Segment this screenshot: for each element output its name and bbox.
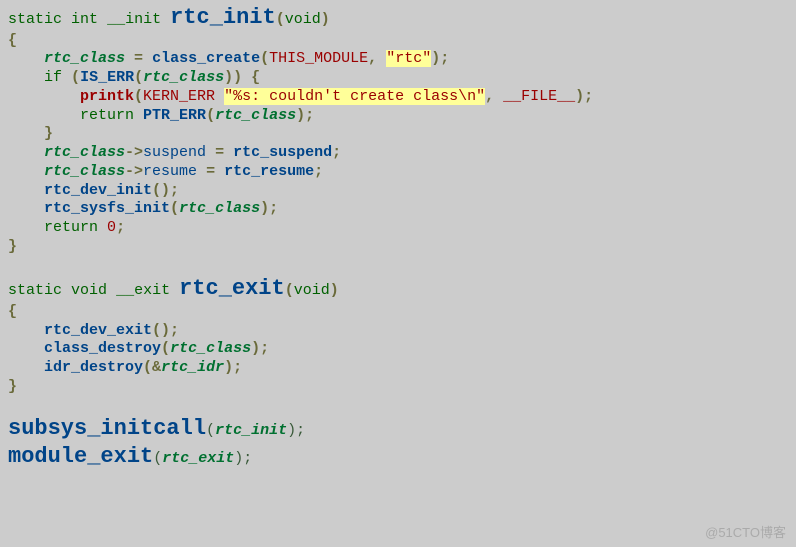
- punct: ): [321, 11, 330, 28]
- punct: ,: [368, 50, 377, 67]
- id-rtc-class: rtc_class: [44, 144, 125, 161]
- brace: {: [8, 32, 17, 49]
- punct: (: [285, 282, 294, 299]
- punct: );: [251, 340, 269, 357]
- brace: }: [44, 125, 53, 142]
- punct: (: [153, 450, 162, 467]
- punct: ,: [485, 88, 494, 105]
- fn-rtc-dev-exit: rtc_dev_exit: [44, 322, 152, 339]
- punct: (: [161, 340, 170, 357]
- punct: ();: [152, 182, 179, 199]
- str-rtc: "rtc": [386, 50, 431, 67]
- kw-return: return: [80, 107, 134, 124]
- punct: ();: [152, 322, 179, 339]
- watermark-label: @51CTO博客: [705, 525, 786, 541]
- punct: );: [260, 200, 278, 217]
- punct: (: [206, 422, 215, 439]
- fn-rtc-sysfs-init: rtc_sysfs_init: [44, 200, 170, 217]
- fn-ptr-err: PTR_ERR: [143, 107, 206, 124]
- punct: );: [296, 107, 314, 124]
- fn-printk: printk: [80, 88, 134, 105]
- punct: ->: [125, 144, 143, 161]
- punct: ->: [125, 163, 143, 180]
- id-rtc-exit: rtc_exit: [162, 450, 234, 467]
- punct: ;: [116, 219, 125, 236]
- punct: (: [134, 88, 143, 105]
- punct: ): [330, 282, 339, 299]
- punct: (: [276, 11, 285, 28]
- punct: );: [224, 359, 242, 376]
- macro-file: __FILE__: [503, 88, 575, 105]
- kw-return: return: [44, 219, 98, 236]
- kw-init: __init: [107, 11, 161, 28]
- fn-rtc-suspend: rtc_suspend: [233, 144, 332, 161]
- punct: );: [234, 450, 252, 467]
- id-rtc-class: rtc_class: [179, 200, 260, 217]
- kw-static: static: [8, 11, 62, 28]
- fn-rtc-exit: rtc_exit: [179, 276, 285, 301]
- macro-kern-err: KERN_ERR: [143, 88, 215, 105]
- punct: (: [260, 50, 269, 67]
- code-block: static int __init rtc_init(void) { rtc_c…: [0, 0, 796, 474]
- punct: ;: [332, 144, 341, 161]
- brace: }: [8, 238, 17, 255]
- kw-void: void: [294, 282, 330, 299]
- punct: =: [134, 50, 143, 67]
- id-rtc-class: rtc_class: [143, 69, 224, 86]
- punct: );: [287, 422, 305, 439]
- kw-int: int: [71, 11, 98, 28]
- fn-rtc-init: rtc_init: [170, 5, 276, 30]
- brace: {: [8, 303, 17, 320]
- id-rtc-class: rtc_class: [44, 163, 125, 180]
- punct: =: [215, 144, 224, 161]
- fn-idr-destroy: idr_destroy: [44, 359, 143, 376]
- id-rtc-class: rtc_class: [44, 50, 125, 67]
- kw-if: if: [44, 69, 62, 86]
- kw-void: void: [71, 282, 107, 299]
- str-err: "%s: couldn't create class\n": [224, 88, 485, 105]
- brace: }: [8, 378, 17, 395]
- macro-this-module: THIS_MODULE: [269, 50, 368, 67]
- fn-is-err: IS_ERR: [80, 69, 134, 86]
- punct: (: [206, 107, 215, 124]
- member-suspend: suspend: [143, 144, 206, 161]
- kw-static: static: [8, 282, 62, 299]
- id-rtc-idr: rtc_idr: [161, 359, 224, 376]
- num-zero: 0: [107, 219, 116, 236]
- punct: (: [71, 69, 80, 86]
- punct: ;: [314, 163, 323, 180]
- fn-rtc-resume: rtc_resume: [224, 163, 314, 180]
- kw-exit: __exit: [116, 282, 170, 299]
- id-rtc-class: rtc_class: [170, 340, 251, 357]
- member-resume: resume: [143, 163, 197, 180]
- id-rtc-class: rtc_class: [215, 107, 296, 124]
- id-rtc-init: rtc_init: [215, 422, 287, 439]
- punct: )): [224, 69, 242, 86]
- fn-subsys-initcall: subsys_initcall: [8, 416, 206, 441]
- fn-class-destroy: class_destroy: [44, 340, 161, 357]
- punct: =: [206, 163, 215, 180]
- punct: (&: [143, 359, 161, 376]
- punct: (: [170, 200, 179, 217]
- punct: );: [431, 50, 449, 67]
- punct: );: [575, 88, 593, 105]
- fn-module-exit: module_exit: [8, 444, 153, 469]
- fn-class-create: class_create: [152, 50, 260, 67]
- punct: (: [134, 69, 143, 86]
- fn-rtc-dev-init: rtc_dev_init: [44, 182, 152, 199]
- kw-void: void: [285, 11, 321, 28]
- brace: {: [251, 69, 260, 86]
